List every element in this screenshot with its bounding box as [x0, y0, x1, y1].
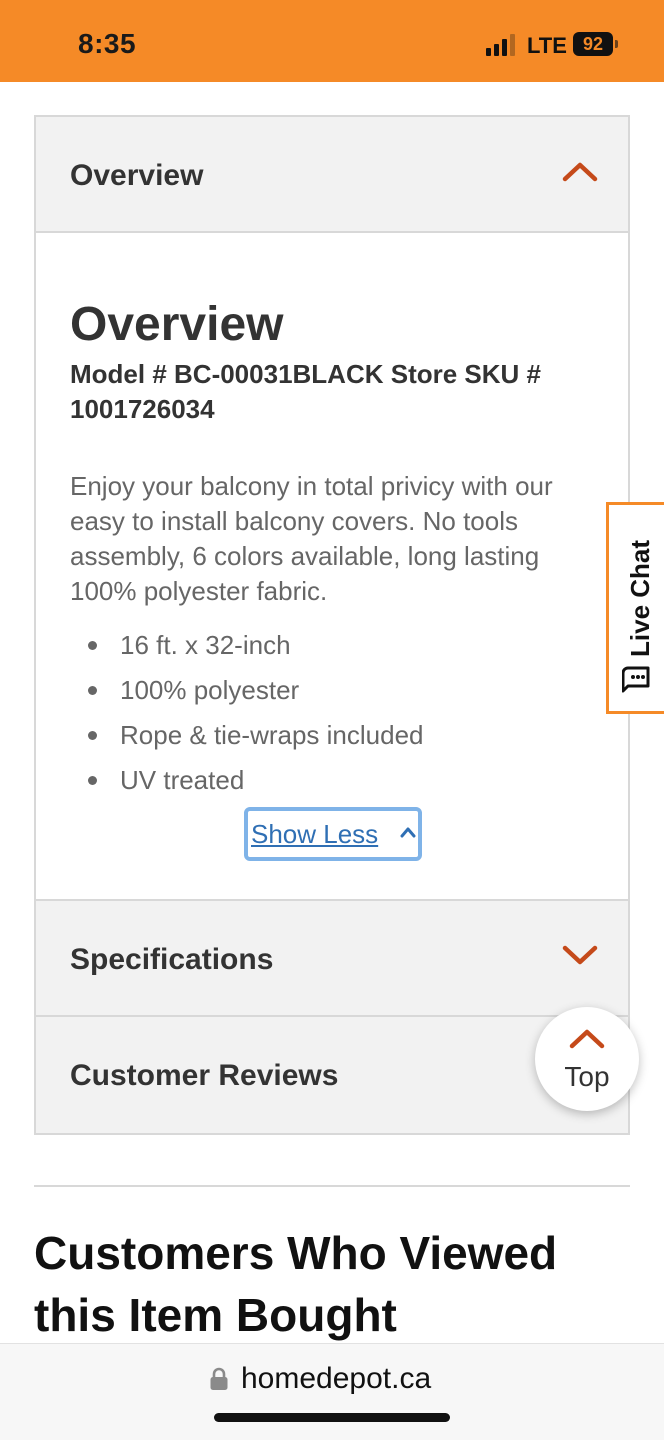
signal-strength-icon: [486, 34, 518, 56]
show-less-label: Show Less: [251, 819, 379, 849]
network-type: LTE: [527, 33, 567, 58]
feature-list-item: 100% polyester: [70, 672, 570, 717]
status-bar: 8:35 LTE 92: [0, 0, 664, 82]
specifications-header-label: Specifications: [70, 943, 274, 976]
live-chat-label: Live Chat: [625, 539, 655, 657]
feature-list: 16 ft. x 32-inch 100% polyester Rope & t…: [70, 627, 570, 807]
overview-accordion-header[interactable]: Overview: [36, 117, 628, 233]
back-to-top-label: Top: [564, 1061, 610, 1092]
page: 8:35 LTE 92 Overview Overview Model # BC…: [0, 0, 664, 1440]
battery-icon: 92: [573, 32, 613, 56]
lock-icon: [210, 1367, 228, 1390]
product-description: Enjoy your balcony in total privicy with…: [70, 471, 553, 606]
feature-list-item: 16 ft. x 32-inch: [70, 627, 570, 672]
feature-list-item: Rope & tie-wraps included: [70, 717, 570, 762]
status-time: 8:35: [78, 28, 137, 59]
live-chat-tab[interactable]: Live Chat: [606, 502, 664, 714]
section-divider: [34, 1185, 630, 1187]
product-details-accordion: Overview Overview Model # BC-00031BLACK …: [34, 115, 630, 1135]
overview-title: Overview: [70, 298, 284, 351]
url-domain: homedepot.ca: [241, 1362, 432, 1395]
model-and-sku: Model # BC-00031BLACK Store SKU # 100172…: [70, 359, 541, 424]
chevron-down-icon: [562, 945, 598, 965]
browser-url-bar[interactable]: homedepot.ca: [0, 1343, 664, 1440]
customer-reviews-header-label: Customer Reviews: [70, 1059, 339, 1092]
specifications-accordion-header[interactable]: Specifications: [36, 899, 628, 1017]
chat-bubble-icon: [622, 666, 650, 693]
back-to-top-button[interactable]: Top: [535, 1007, 639, 1111]
caret-up-icon: [400, 827, 416, 838]
chevron-up-icon: [569, 1029, 605, 1049]
overview-header-label: Overview: [70, 159, 204, 192]
related-items-heading: Customers Who Viewed this Item Bought: [34, 1227, 558, 1341]
show-less-link[interactable]: Show Less: [244, 807, 422, 861]
battery-nub: [615, 40, 618, 48]
feature-list-item: UV treated: [70, 762, 570, 807]
home-indicator[interactable]: [214, 1413, 450, 1422]
chevron-up-icon: [562, 162, 598, 182]
